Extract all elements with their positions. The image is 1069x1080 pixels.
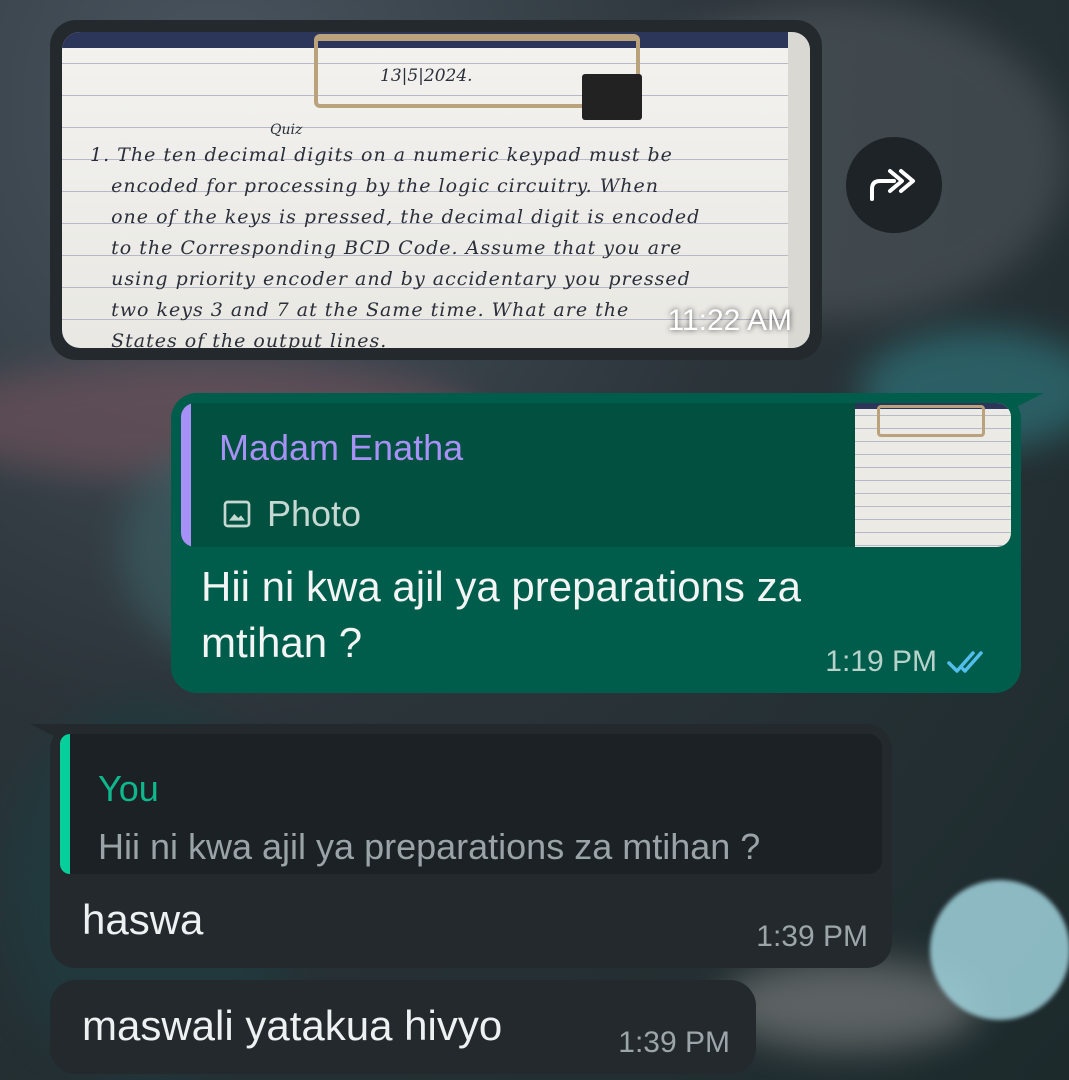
message-text: maswali yatakua hivyo [82, 1002, 503, 1049]
quoted-sender: You [98, 768, 159, 809]
read-ticks-icon [947, 651, 983, 673]
message-time: 1:39 PM [756, 920, 868, 953]
message-time: 1:39 PM [618, 1026, 730, 1059]
quiz-title: Quiz [270, 122, 303, 138]
quoted-message[interactable]: You Hii ni kwa ajil ya preparations za m… [60, 734, 882, 874]
quoted-sender: Madam Enatha [219, 427, 464, 468]
quoted-text: Hii ni kwa ajil ya preparations za mtiha… [98, 826, 761, 867]
quoted-photo-label: Photo [267, 493, 362, 534]
message-time: 11:22 AM [667, 304, 792, 337]
message-time: 1:19 PM [825, 645, 937, 678]
image-message-bubble[interactable]: 13|5|2024. Quiz 1. The ten decimal digit… [50, 20, 822, 360]
photo-icon [223, 500, 251, 528]
outgoing-message-bubble[interactable]: Madam Enatha Photo Hii ni kwa ajil ya pr… [171, 393, 1021, 693]
forward-button[interactable] [846, 137, 942, 233]
quiz-question: 1. The ten decimal digits on a numeric k… [90, 144, 701, 348]
quoted-photo-thumbnail [855, 403, 1011, 547]
incoming-message-bubble[interactable]: You Hii ni kwa ajil ya preparations za m… [50, 724, 892, 968]
incoming-message-bubble[interactable]: maswali yatakua hivyo 1:39 PM [50, 980, 756, 1074]
quiz-date: 13|5|2024. [380, 66, 473, 86]
message-text: haswa [82, 896, 204, 943]
forward-icon [870, 169, 915, 201]
quiz-photo[interactable]: 13|5|2024. Quiz 1. The ten decimal digit… [62, 32, 810, 348]
quoted-message[interactable]: Madam Enatha Photo [181, 403, 1011, 547]
message-text: Hii ni kwa ajil ya preparations za mtiha… [201, 563, 801, 666]
